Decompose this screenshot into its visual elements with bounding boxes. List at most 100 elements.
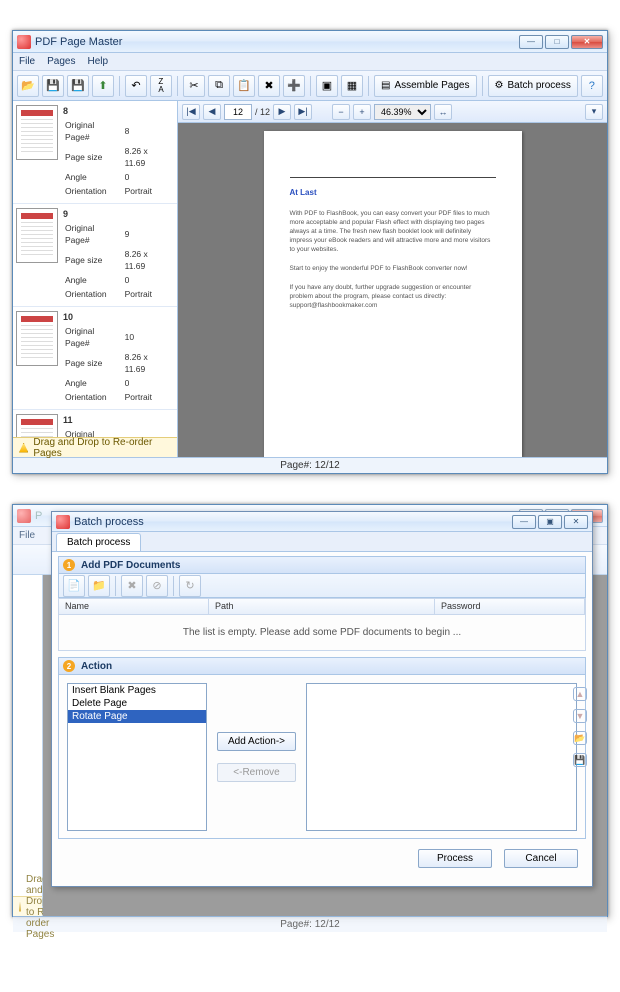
remove-doc-button[interactable]: ✖ — [121, 575, 143, 597]
zoom-select[interactable]: 46.39% — [374, 104, 431, 120]
bg-status-text: Page#: 12/12 — [280, 919, 340, 930]
col-name[interactable]: Name — [59, 599, 209, 614]
zoom-out-button[interactable]: − — [332, 104, 350, 120]
available-actions-list[interactable]: Insert Blank PagesDelete PageRotate Page — [67, 683, 207, 831]
add-file-button[interactable]: 📄 — [63, 575, 85, 597]
gear-icon: ⚙ — [495, 80, 504, 91]
move-up-button[interactable]: ▲ — [573, 687, 587, 701]
undo-button[interactable]: ↶ — [125, 75, 147, 97]
process-button[interactable]: Process — [418, 849, 492, 868]
thumbnail-meta: 11Original Page#11Page size8.26 x 11.69A… — [63, 414, 174, 437]
clear-docs-button[interactable]: ⊘ — [146, 575, 168, 597]
refresh-button[interactable]: ↻ — [179, 575, 201, 597]
save-button[interactable]: 💾 — [42, 75, 64, 97]
add-folder-button[interactable]: 📁 — [88, 575, 110, 597]
dialog-buttons: Process Cancel — [52, 843, 592, 873]
sort-button[interactable]: ZA — [150, 75, 172, 97]
crop-button[interactable]: ▣ — [316, 75, 338, 97]
doc-heading: At Last — [290, 188, 496, 197]
open-action-button[interactable]: 📂 — [573, 731, 587, 745]
export-button[interactable]: ⬆ — [92, 75, 114, 97]
menubar: File Pages Help — [13, 53, 607, 71]
section-action-label: Action — [81, 661, 112, 672]
status-bar: Page#: 12/12 — [13, 457, 607, 473]
add-action-button[interactable]: Add Action-> — [217, 732, 296, 751]
preview-toolbar: |◀ ◀ / 12 ▶ ▶| − + 46.39% ↔ ▾ — [178, 101, 607, 123]
maximize-button[interactable]: □ — [545, 35, 569, 49]
move-down-button[interactable]: ▼ — [573, 709, 587, 723]
thumbnail-meta: 8Original Page#8Page size8.26 x 11.69Ang… — [63, 105, 174, 199]
section-add-documents: 1 Add PDF Documents — [58, 556, 586, 574]
total-pages-label: / 12 — [255, 107, 270, 117]
delete-button[interactable]: ✖ — [258, 75, 280, 97]
dialog-close-button[interactable]: ✕ — [564, 515, 588, 529]
dialog-tabs: Batch process — [52, 532, 592, 552]
action-item[interactable]: Delete Page — [68, 697, 206, 710]
zoom-in-button[interactable]: + — [353, 104, 371, 120]
preview-dropdown[interactable]: ▾ — [585, 104, 603, 120]
save-as-button[interactable]: 💾 — [67, 75, 89, 97]
action-item[interactable]: Rotate Page — [68, 710, 206, 723]
first-page-button[interactable]: |◀ — [182, 104, 200, 120]
paste-button[interactable]: 📋 — [233, 75, 255, 97]
layout-button[interactable]: ▦ — [341, 75, 363, 97]
assemble-pages-button[interactable]: ▤ Assemble Pages — [374, 75, 477, 97]
menu-help[interactable]: Help — [87, 56, 108, 67]
step-1-badge: 1 — [63, 559, 75, 571]
fit-width-button[interactable]: ↔ — [434, 104, 452, 120]
open-button[interactable]: 📂 — [17, 75, 39, 97]
section-add-label: Add PDF Documents — [81, 560, 180, 571]
thumbnail-image — [16, 105, 58, 160]
page-thumbnail[interactable]: 10Original Page#10Page size8.26 x 11.69A… — [13, 307, 177, 410]
doc-para-2: Start to enjoy the wonderful PDF to Flas… — [290, 264, 496, 273]
warning-icon — [19, 902, 21, 912]
section-action: 2 Action — [58, 657, 586, 675]
selected-actions-list[interactable] — [306, 683, 577, 831]
dialog-maximize-button[interactable]: ▣ — [538, 515, 562, 529]
titlebar: PDF Page Master — □ ✕ — [13, 31, 607, 53]
remove-action-button[interactable]: <-Remove — [217, 763, 296, 782]
action-item[interactable]: Insert Blank Pages — [68, 684, 206, 697]
page-thumbnail[interactable]: 9Original Page#9Page size8.26 x 11.69Ang… — [13, 204, 177, 307]
cut-button[interactable]: ✂ — [183, 75, 205, 97]
window-title: PDF Page Master — [35, 36, 519, 48]
menu-pages[interactable]: Pages — [47, 56, 75, 67]
save-action-button[interactable]: 💾 — [573, 753, 587, 767]
thumbnail-list[interactable]: 8Original Page#8Page size8.26 x 11.69Ang… — [13, 101, 177, 437]
app-icon — [17, 509, 31, 523]
col-path[interactable]: Path — [209, 599, 435, 614]
batch-label: Batch process — [507, 80, 570, 91]
batch-process-dialog: Batch process — ▣ ✕ Batch process 1 Add … — [51, 511, 593, 887]
page-thumbnail[interactable]: 11Original Page#11Page size8.26 x 11.69A… — [13, 410, 177, 437]
menu-file[interactable]: File — [19, 56, 35, 67]
preview-stage[interactable]: At Last With PDF to FlashBook, you can e… — [178, 123, 607, 457]
bg-thumb-panel: Drag and Drop to Re-order Pages — [13, 575, 43, 916]
main-toolbar: 📂 💾 💾 ⬆ ↶ ZA ✂ ⧉ 📋 ✖ ➕ ▣ ▦ ▤ Assemble Pa… — [13, 71, 607, 101]
last-page-button[interactable]: ▶| — [294, 104, 312, 120]
page-preview: At Last With PDF to FlashBook, you can e… — [264, 131, 522, 457]
col-password[interactable]: Password — [435, 599, 585, 614]
dialog-minimize-button[interactable]: — — [512, 515, 536, 529]
next-page-button[interactable]: ▶ — [273, 104, 291, 120]
action-area: Insert Blank PagesDelete PageRotate Page… — [58, 675, 586, 839]
help-button[interactable]: ? — [581, 75, 603, 97]
tab-batch-process[interactable]: Batch process — [56, 533, 141, 551]
close-button[interactable]: ✕ — [571, 35, 603, 49]
minimize-button[interactable]: — — [519, 35, 543, 49]
insert-button[interactable]: ➕ — [283, 75, 305, 97]
batch-process-button[interactable]: ⚙ Batch process — [488, 75, 578, 97]
doc-para-1: With PDF to FlashBook, you can easy conv… — [290, 209, 496, 254]
warning-icon — [19, 443, 28, 453]
current-page-input[interactable] — [224, 104, 252, 120]
docs-grid-body: The list is empty. Please add some PDF d… — [58, 615, 586, 651]
prev-page-button[interactable]: ◀ — [203, 104, 221, 120]
page-thumbnail[interactable]: 8Original Page#8Page size8.26 x 11.69Ang… — [13, 101, 177, 204]
dialog-title: Batch process — [74, 516, 512, 528]
bg-status-bar: Page#: 12/12 — [13, 916, 607, 932]
thumbnail-image — [16, 208, 58, 263]
copy-button[interactable]: ⧉ — [208, 75, 230, 97]
thumbnail-meta: 10Original Page#10Page size8.26 x 11.69A… — [63, 311, 174, 405]
cancel-button[interactable]: Cancel — [504, 849, 578, 868]
preview-panel: |◀ ◀ / 12 ▶ ▶| − + 46.39% ↔ ▾ — [178, 101, 607, 457]
status-text: Page#: 12/12 — [280, 460, 340, 471]
